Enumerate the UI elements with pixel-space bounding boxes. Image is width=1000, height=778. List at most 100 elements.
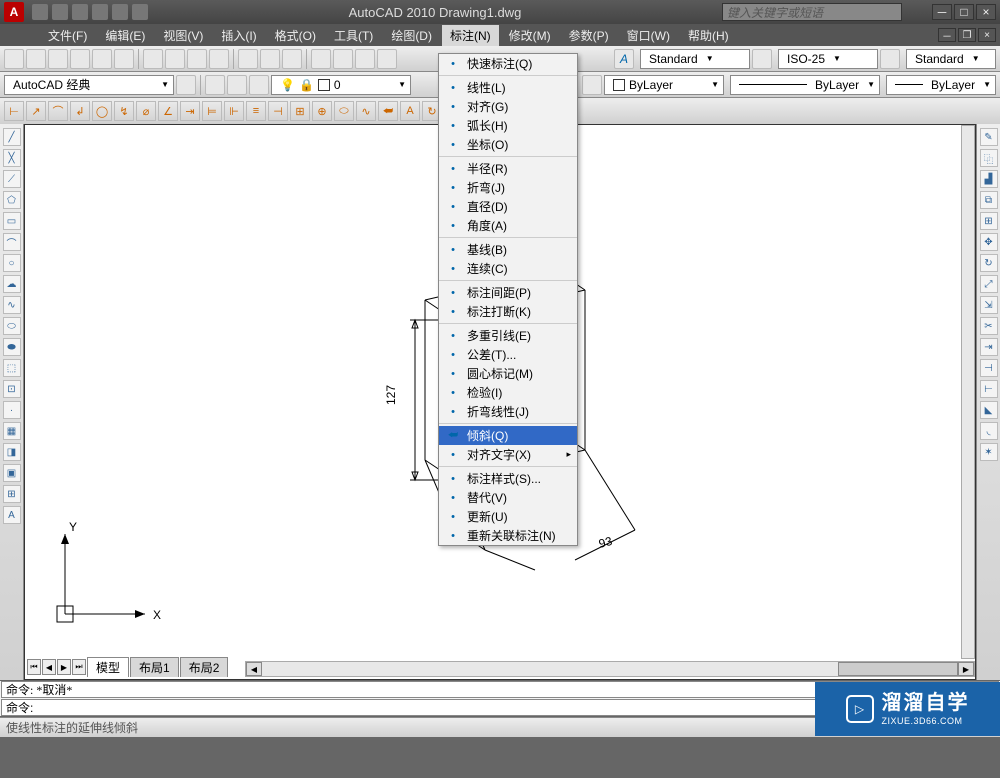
dim-arc-icon[interactable]: ⌒ [48, 101, 68, 121]
menu-item-7[interactable]: •直径(D) [439, 197, 577, 216]
menu-item-6[interactable]: •折弯(J) [439, 178, 577, 197]
menu-item-4[interactable]: •坐标(O) [439, 135, 577, 154]
menu-help[interactable]: 帮助(H) [680, 25, 737, 46]
child-close-button[interactable]: × [978, 28, 996, 42]
menu-item-5[interactable]: •半径(R) [439, 159, 577, 178]
save-icon[interactable] [72, 4, 88, 20]
paste-icon[interactable] [187, 49, 207, 69]
rotate-icon[interactable]: ↻ [980, 254, 998, 272]
line-icon[interactable]: ╱ [3, 128, 21, 146]
erase-icon[interactable]: ✎ [980, 128, 998, 146]
menu-param[interactable]: 参数(P) [561, 25, 617, 46]
mtext-icon[interactable]: A [3, 506, 21, 524]
menu-window[interactable]: 窗口(W) [619, 25, 678, 46]
mirror-icon[interactable]: ▟ [980, 170, 998, 188]
layer-manager-icon[interactable] [205, 75, 225, 95]
menu-item-18[interactable]: ⮨倾斜(Q) [439, 426, 577, 445]
menu-tools[interactable]: 工具(T) [326, 25, 381, 46]
chamfer-icon[interactable]: ◣ [980, 401, 998, 419]
cut-icon[interactable] [143, 49, 163, 69]
workspace-gear-icon[interactable] [176, 75, 196, 95]
menu-item-17[interactable]: •折弯线性(J) [439, 402, 577, 421]
menu-draw[interactable]: 绘图(D) [383, 25, 440, 46]
dim-ordinate-icon[interactable]: ↲ [70, 101, 90, 121]
dim-inspect-icon[interactable]: ⬭ [334, 101, 354, 121]
dim-radius-icon[interactable]: ◯ [92, 101, 112, 121]
arc-icon[interactable]: ⌒ [3, 233, 21, 251]
menu-file[interactable]: 文件(F) [40, 25, 95, 46]
tab-model[interactable]: 模型 [87, 657, 129, 677]
hatch-icon[interactable]: ▦ [3, 422, 21, 440]
tab-prev-button[interactable]: ◀ [42, 659, 56, 675]
table-style-icon[interactable] [880, 49, 900, 69]
table-icon[interactable]: ⊞ [3, 485, 21, 503]
dim-break-icon[interactable]: ⊣ [268, 101, 288, 121]
copy-icon[interactable] [165, 49, 185, 69]
polygon-icon[interactable]: ⬠ [3, 191, 21, 209]
dim-edit-icon[interactable]: ⮨ [378, 101, 398, 121]
dim-joglinear-icon[interactable]: ∿ [356, 101, 376, 121]
copy-object-icon[interactable]: ⿻ [980, 149, 998, 167]
color-combo[interactable]: ByLayer▼ [604, 75, 724, 95]
explode-icon[interactable]: ✶ [980, 443, 998, 461]
preview-icon[interactable] [92, 49, 112, 69]
circle-icon[interactable]: ○ [3, 254, 21, 272]
undo-tb-icon[interactable] [260, 49, 280, 69]
zoom-icon[interactable] [333, 49, 353, 69]
extend-icon[interactable]: ⇥ [980, 338, 998, 356]
dim-textedit-icon[interactable]: A [400, 101, 420, 121]
save-file-icon[interactable] [48, 49, 68, 69]
tab-last-button[interactable]: ⏭ [72, 659, 86, 675]
dim-linear-icon[interactable]: ⊢ [4, 101, 24, 121]
tab-layout2[interactable]: 布局2 [180, 657, 229, 677]
array-icon[interactable]: ⊞ [980, 212, 998, 230]
scroll-right-button[interactable]: ▶ [958, 662, 974, 676]
spline-icon[interactable]: ∿ [3, 296, 21, 314]
publish-icon[interactable] [114, 49, 134, 69]
dim-angular-icon[interactable]: ∠ [158, 101, 178, 121]
scroll-left-button[interactable]: ◀ [246, 662, 262, 676]
text-style-combo[interactable]: Standard▼ [640, 49, 750, 69]
child-minimize-button[interactable]: － [938, 28, 956, 42]
polyline-icon[interactable]: ⟋ [3, 170, 21, 188]
match-icon[interactable] [209, 49, 229, 69]
ellipse-icon[interactable]: ⬭ [3, 317, 21, 335]
text-style-icon[interactable]: A [614, 49, 634, 69]
linetype-combo[interactable]: ByLayer▼ [730, 75, 880, 95]
close-button[interactable]: × [976, 4, 996, 20]
offset-icon[interactable]: ⧉ [980, 191, 998, 209]
pan-icon[interactable] [311, 49, 331, 69]
menu-item-14[interactable]: •公差(T)... [439, 345, 577, 364]
menu-item-3[interactable]: •弧长(H) [439, 116, 577, 135]
minimize-button[interactable]: － [932, 4, 952, 20]
point-icon[interactable]: · [3, 401, 21, 419]
dim-spacing-icon[interactable]: ≡ [246, 101, 266, 121]
redo-tb-icon[interactable] [282, 49, 302, 69]
dim-style-combo[interactable]: ISO-25▼ [778, 49, 878, 69]
dim-baseline-icon[interactable]: ⊨ [202, 101, 222, 121]
rectangle-icon[interactable]: ▭ [3, 212, 21, 230]
zoom-window-icon[interactable] [377, 49, 397, 69]
tab-first-button[interactable]: ⏮ [27, 659, 41, 675]
menu-item-16[interactable]: •检验(I) [439, 383, 577, 402]
menu-item-22[interactable]: •更新(U) [439, 507, 577, 526]
menu-item-1[interactable]: •线性(L) [439, 78, 577, 97]
menu-item-10[interactable]: •连续(C) [439, 259, 577, 278]
menu-view[interactable]: 视图(V) [155, 25, 211, 46]
fillet-icon[interactable]: ◟ [980, 422, 998, 440]
app-logo[interactable]: A [4, 2, 24, 22]
layer-state-icon[interactable] [227, 75, 247, 95]
ellipse-arc-icon[interactable]: ⬬ [3, 338, 21, 356]
move-icon[interactable]: ✥ [980, 233, 998, 251]
menu-dimension[interactable]: 标注(N) [442, 25, 499, 46]
menu-format[interactable]: 格式(O) [267, 25, 324, 46]
menu-modify[interactable]: 修改(M) [501, 25, 559, 46]
trim-icon[interactable]: ✂ [980, 317, 998, 335]
vertical-scrollbar[interactable] [961, 125, 975, 659]
menu-item-8[interactable]: •角度(A) [439, 216, 577, 235]
infocenter-search[interactable]: 键入关键字或短语 [722, 3, 902, 21]
dim-jogged-icon[interactable]: ↯ [114, 101, 134, 121]
break-icon[interactable]: ⊣ [980, 359, 998, 377]
redo-icon[interactable] [112, 4, 128, 20]
horizontal-scrollbar[interactable]: ◀ ▶ [245, 661, 975, 677]
